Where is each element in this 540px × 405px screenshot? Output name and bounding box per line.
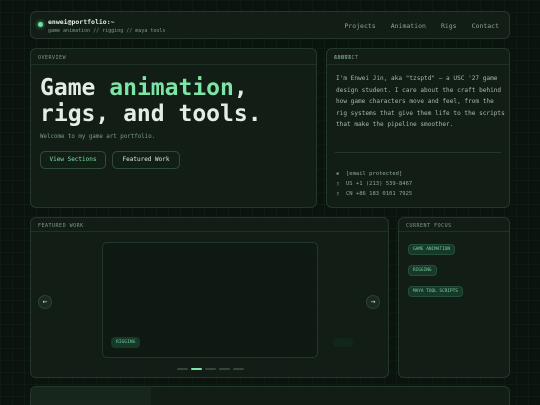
carousel-dots	[177, 368, 244, 370]
featured-label: FEATURED WORK	[38, 223, 84, 229]
carousel-dot[interactable]	[219, 368, 230, 370]
bottom-panel	[30, 386, 510, 405]
nav-contact[interactable]: Contact	[472, 22, 499, 30]
nav-rigs[interactable]: Rigs	[441, 22, 457, 30]
hero-heading-accent: animation	[109, 75, 234, 101]
view-sections-button[interactable]: View Sections	[40, 151, 106, 169]
contact-email[interactable]: ▪ [email protected]	[336, 171, 402, 177]
hero-heading: Game animation, rigs, and tools.	[40, 75, 262, 127]
divider	[31, 231, 388, 232]
carousel-dot[interactable]	[233, 368, 244, 370]
status-dot-icon	[38, 22, 43, 27]
about-text: I'm Enwei Jin, aka "tzsptd" — a USC '27 …	[336, 75, 505, 129]
nav-projects[interactable]: Projects	[344, 22, 375, 30]
hero-heading-post: ,	[233, 75, 248, 101]
featured-work-panel: FEATURED WORK ← → RIGGING	[30, 217, 389, 378]
bottom-panel-sidebar	[31, 387, 151, 405]
arrow-left-icon[interactable]: ←	[38, 295, 52, 309]
contact-email-text: [email protected]	[346, 171, 403, 177]
about-panel: ABOUT I'm Enwei Jin, aka "tzsptd" — a US…	[326, 48, 510, 208]
phone-icon: ▯	[336, 181, 340, 187]
contact-phone-cn-text: CN +86 183 0101 7925	[346, 191, 413, 197]
divider	[335, 152, 501, 153]
divider	[399, 231, 509, 232]
arrow-right-icon[interactable]: →	[366, 295, 380, 309]
focus-chip: GAME ANIMATION	[408, 244, 456, 255]
phone-icon: ▯	[336, 191, 340, 197]
site-title: enwei@portfolio:~	[48, 18, 115, 26]
divider	[327, 64, 509, 65]
current-focus-panel: CURRENT FOCUS GAME ANIMATION RIGGING MAY…	[398, 217, 510, 378]
nav-animation[interactable]: Animation	[391, 22, 426, 30]
next-slide-tag	[333, 338, 353, 347]
featured-work-button[interactable]: Featured Work	[112, 151, 180, 169]
hero-heading-line2: rigs, and tools.	[40, 101, 262, 127]
overview-panel: OVERVIEW Game animation, rigs, and tools…	[30, 48, 317, 208]
slide-tag: RIGGING	[111, 337, 141, 348]
main-nav: Projects Animation Rigs Contact	[344, 22, 499, 30]
top-bar: enwei@portfolio:~ game animation // rigg…	[30, 11, 510, 39]
carousel-dot[interactable]	[191, 368, 202, 370]
focus-chip: MAYA TOOL SCRIPTS	[408, 286, 463, 297]
carousel-dot[interactable]	[177, 368, 188, 370]
divider	[31, 64, 316, 65]
site-subtitle: game animation // rigging // maya tools	[48, 28, 166, 34]
welcome-text: Welcome to my game art portfolio.	[40, 134, 156, 140]
focus-chip: RIGGING	[408, 265, 437, 276]
overview-label: OVERVIEW	[38, 55, 67, 61]
hero-heading-pre: Game	[40, 75, 110, 101]
contact-phone-us-text: US +1 (213) 539-8467	[346, 181, 413, 187]
contact-label: CONTACT	[334, 55, 359, 61]
contact-phone-us[interactable]: ▯ US +1 (213) 539-8467	[336, 181, 412, 187]
contact-phone-cn[interactable]: ▯ CN +86 183 0101 7925	[336, 191, 412, 197]
carousel-dot[interactable]	[205, 368, 216, 370]
mail-icon: ▪	[336, 171, 340, 177]
focus-label: CURRENT FOCUS	[406, 223, 452, 229]
